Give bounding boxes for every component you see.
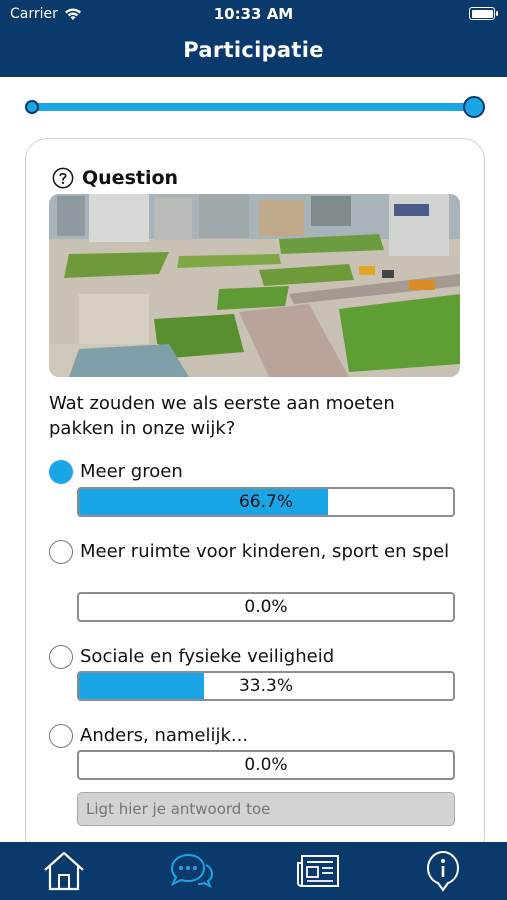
question-card: Question Wat zouden we als eerste aan mo… <box>25 138 485 858</box>
news-icon <box>297 855 339 887</box>
info-icon <box>426 850 460 892</box>
app-screen: Carrier 10:33 AM Participatie Question W… <box>0 0 507 900</box>
tab-info[interactable] <box>418 848 468 894</box>
option-1-result-text: 66.7% <box>238 492 293 512</box>
tab-bar <box>0 842 507 900</box>
option-1[interactable]: Meer groen 66.7% <box>49 459 459 517</box>
progress-knob[interactable] <box>463 96 485 118</box>
page-title: Participatie <box>183 38 324 62</box>
tab-home[interactable] <box>39 848 89 894</box>
question-heading: Question <box>82 167 179 189</box>
option-3-result-text: 33.3% <box>238 676 293 696</box>
status-bar: Carrier 10:33 AM <box>0 0 507 28</box>
option-2-result-text: 0.0% <box>244 597 288 617</box>
option-3[interactable]: Sociale en fysieke veiligheid 33.3% <box>49 644 459 701</box>
progress-fill <box>32 103 474 111</box>
question-photo <box>49 194 460 377</box>
option-1-radio[interactable] <box>49 460 73 484</box>
option-4[interactable]: Anders, namelijk... 0.0% <box>49 723 459 780</box>
option-2-radio[interactable] <box>49 540 73 564</box>
status-time: 10:33 AM <box>213 5 294 23</box>
option-2[interactable]: Meer ruimte voor kinderen, sport en spel… <box>49 539 459 622</box>
option-1-result-bar: 66.7% <box>77 487 455 517</box>
tab-news[interactable] <box>293 848 343 894</box>
question-progress[interactable] <box>25 96 485 118</box>
question-icon <box>52 167 74 189</box>
option-4-radio[interactable] <box>49 724 73 748</box>
answer-input[interactable] <box>77 792 455 826</box>
option-4-label: Anders, namelijk... <box>80 725 249 746</box>
question-header: Question <box>52 167 178 189</box>
option-2-label: Meer ruimte voor kinderen, sport en spel <box>80 541 450 562</box>
option-4-result-text: 0.0% <box>244 755 288 775</box>
option-3-result-bar: 33.3% <box>77 671 455 701</box>
option-4-result-bar: 0.0% <box>77 750 455 780</box>
option-1-label: Meer groen <box>80 461 183 482</box>
chat-icon <box>170 853 214 889</box>
tab-participation[interactable] <box>165 848 215 894</box>
battery-icon <box>469 7 498 20</box>
option-3-label: Sociale en fysieke veiligheid <box>80 646 335 667</box>
header: Carrier 10:33 AM Participatie <box>0 0 507 77</box>
option-2-result-bar: 0.0% <box>77 592 455 622</box>
home-icon <box>44 851 84 891</box>
question-text: Wat zouden we als eerste aan moeten pakk… <box>49 393 395 439</box>
progress-start-knob <box>25 100 39 114</box>
option-3-radio[interactable] <box>49 645 73 669</box>
